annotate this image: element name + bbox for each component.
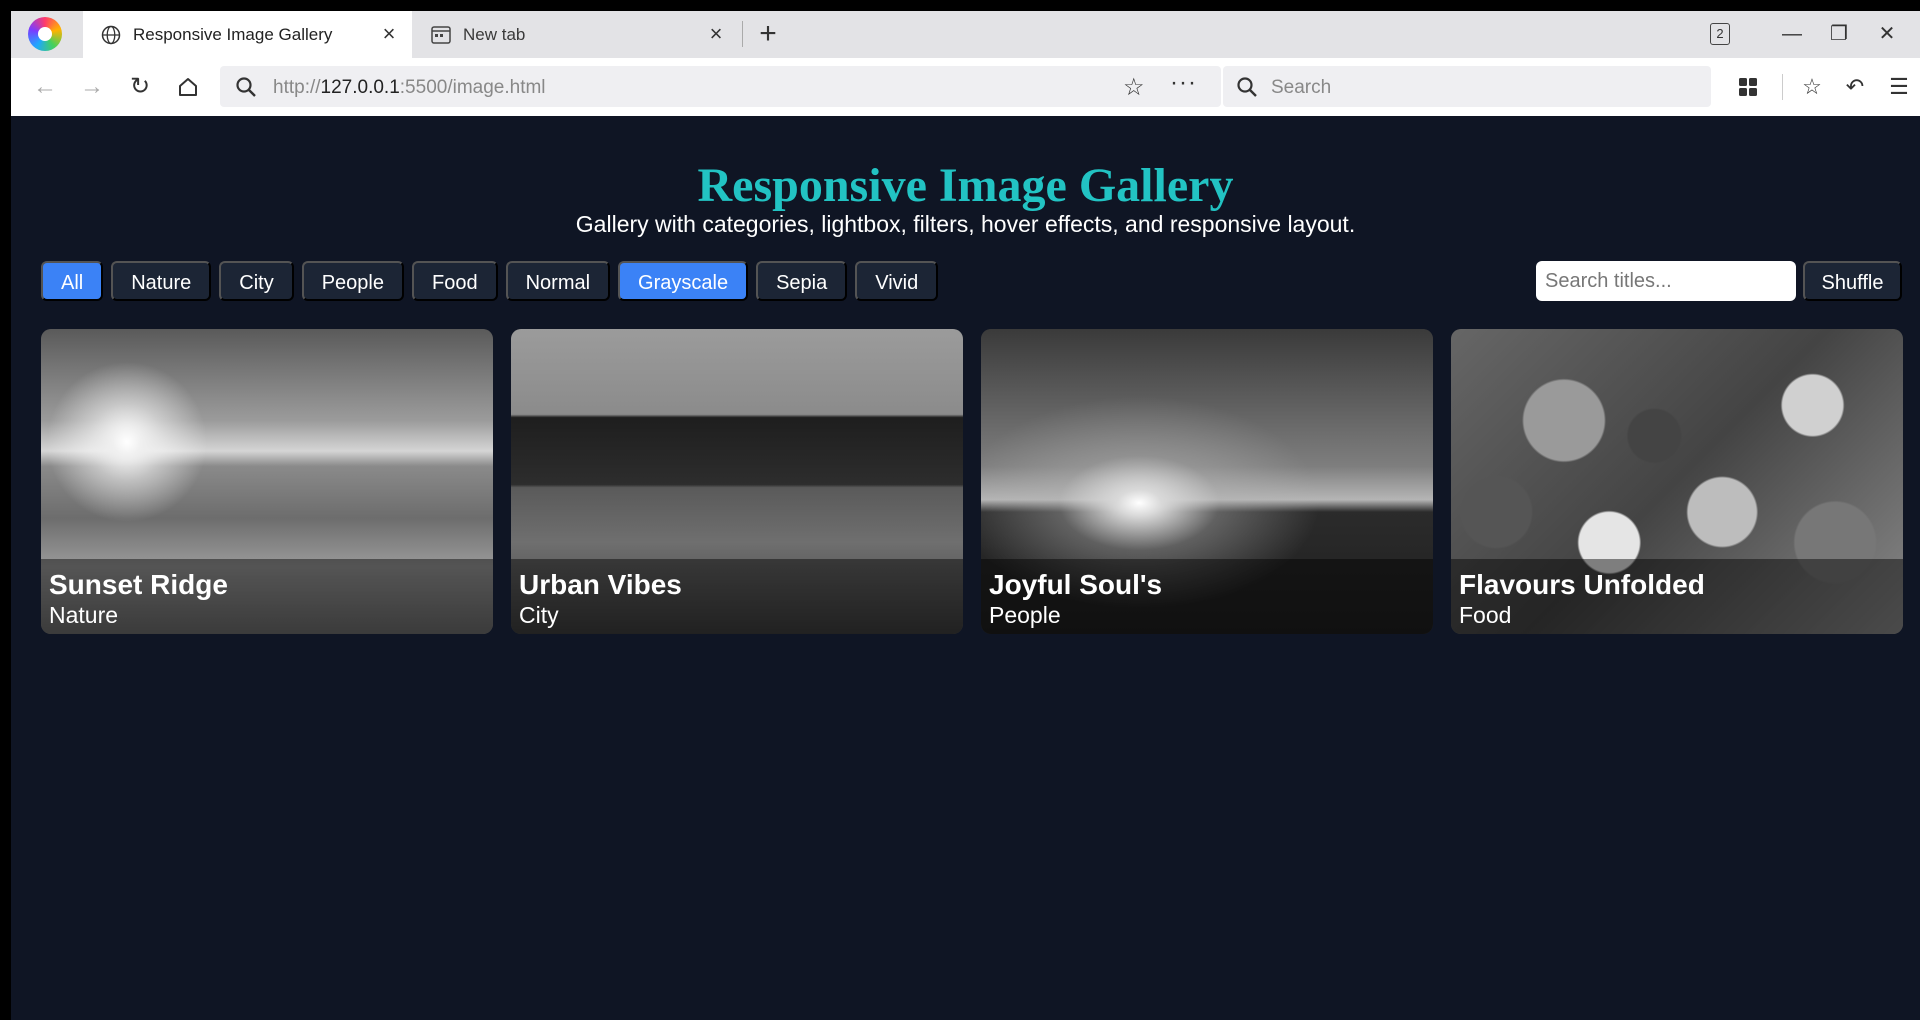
search-placeholder: Search (1271, 77, 1332, 98)
grid-apps-icon[interactable] (1733, 72, 1763, 102)
tab-divider (742, 21, 743, 47)
filter-bar: All Nature City People Food Normal Grays… (41, 261, 939, 301)
tab-new[interactable]: New tab × (413, 11, 739, 58)
image-grid: Sunset Ridge Nature Urban Vibes City Joy… (41, 329, 1903, 634)
toolbar-divider (1782, 74, 1783, 100)
tab-bar: Responsive Image Gallery × New tab × + 2… (11, 11, 1920, 58)
search-titles-input[interactable] (1536, 261, 1796, 301)
forward-icon[interactable]: → (77, 72, 107, 102)
url-host: 127.0.0.1 (320, 77, 400, 98)
card-category: City (519, 602, 559, 628)
more-actions-icon[interactable]: ··· (1170, 69, 1197, 97)
gallery-card[interactable]: Joyful Soul's People (981, 329, 1433, 634)
browser-window: Responsive Image Gallery × New tab × + 2… (11, 11, 1920, 1020)
newtab-icon (430, 24, 452, 46)
url-text[interactable]: http://127.0.0.1:5500/image.html (273, 77, 546, 99)
home-icon[interactable] (173, 72, 203, 102)
tab-label: New tab (463, 24, 526, 44)
browser-logo-icon[interactable] (28, 17, 62, 51)
effect-vivid-button[interactable]: Vivid (855, 261, 939, 301)
search-icon (235, 76, 257, 103)
card-title: Urban Vibes (519, 569, 682, 600)
tab-gallery[interactable]: Responsive Image Gallery × (83, 11, 412, 58)
shuffle-button[interactable]: Shuffle (1803, 261, 1902, 301)
filter-city-button[interactable]: City (219, 261, 294, 301)
undo-icon[interactable]: ↶ (1840, 72, 1870, 102)
card-category: Nature (49, 602, 119, 628)
effect-grayscale-button[interactable]: Grayscale (618, 261, 749, 301)
new-tab-plus-icon[interactable]: + (754, 19, 782, 49)
card-title: Joyful Soul's (989, 569, 1163, 600)
globe-icon (100, 24, 122, 46)
back-icon[interactable]: ← (30, 72, 60, 102)
address-bar[interactable]: http://127.0.0.1:5500/image.html ☆ ··· (220, 66, 1221, 107)
menu-icon[interactable]: ☰ (1884, 72, 1914, 102)
reload-icon[interactable]: ↻ (125, 72, 155, 102)
gallery-card[interactable]: Urban Vibes City (511, 329, 963, 634)
gallery-card[interactable]: Flavours Unfolded Food (1451, 329, 1903, 634)
browser-search-bar[interactable]: Search (1223, 66, 1711, 107)
tab-count-badge[interactable]: 2 (1710, 23, 1730, 45)
card-title: Sunset Ridge (49, 569, 228, 600)
url-path: :5500/image.html (399, 77, 546, 98)
close-tab-icon[interactable]: × (705, 23, 727, 45)
search-icon (1236, 76, 1258, 103)
gallery-page: Responsive Image Gallery Gallery with ca… (11, 116, 1920, 1020)
reading-list-icon[interactable]: ☆ (1797, 72, 1827, 102)
bookmark-star-icon[interactable]: ☆ (1123, 73, 1145, 102)
url-scheme: http:// (273, 77, 321, 98)
filter-all-button[interactable]: All (41, 261, 104, 301)
page-title: Responsive Image Gallery (697, 159, 1234, 212)
gallery-card[interactable]: Sunset Ridge Nature (41, 329, 493, 634)
tab-label: Responsive Image Gallery (133, 24, 333, 44)
card-category: People (989, 602, 1061, 628)
restore-icon[interactable]: ❐ (1819, 19, 1859, 49)
filter-food-button[interactable]: Food (412, 261, 498, 301)
effect-normal-button[interactable]: Normal (505, 261, 611, 301)
close-tab-icon[interactable]: × (378, 23, 400, 45)
filter-nature-button[interactable]: Nature (111, 261, 212, 301)
card-category: Food (1459, 602, 1512, 628)
filter-people-button[interactable]: People (301, 261, 404, 301)
card-title: Flavours Unfolded (1459, 569, 1705, 600)
minimize-icon[interactable]: — (1772, 19, 1812, 49)
nav-toolbar: ← → ↻ http://127.0.0.1:5500/image.html ☆… (11, 58, 1920, 116)
close-window-icon[interactable]: ✕ (1867, 19, 1907, 49)
page-subtitle: Gallery with categories, lightbox, filte… (575, 211, 1356, 237)
effect-sepia-button[interactable]: Sepia (756, 261, 848, 301)
